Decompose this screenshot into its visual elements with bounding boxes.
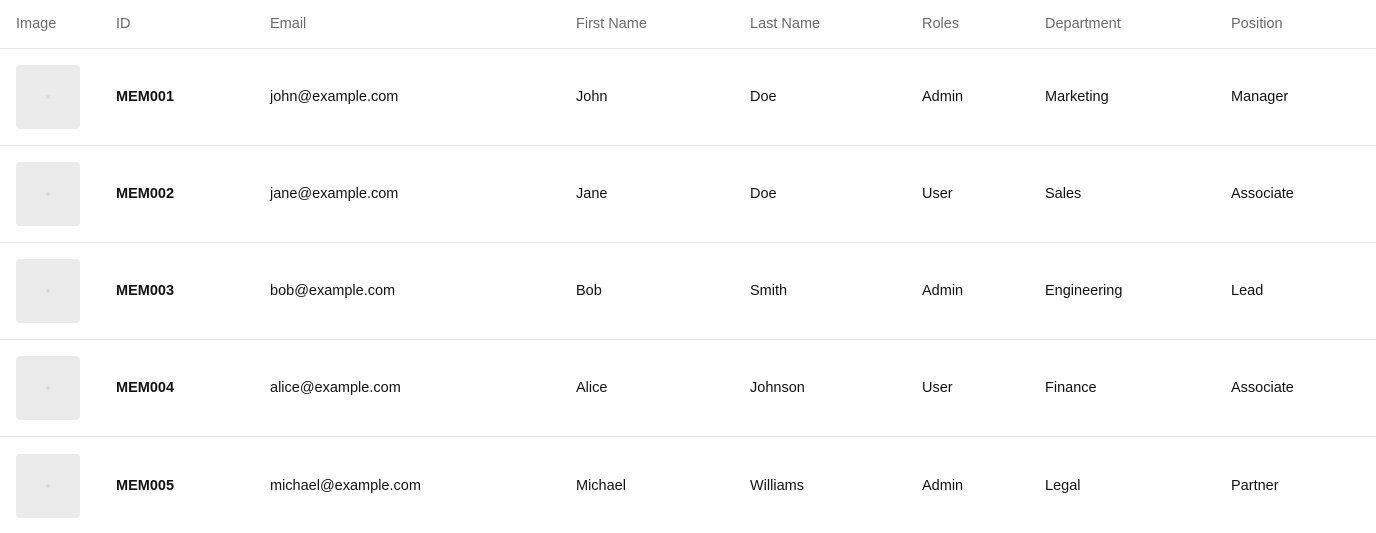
image-placeholder-icon[interactable] (16, 453, 80, 518)
member-email: michael@example.com (270, 477, 421, 494)
placeholder-dot (46, 95, 50, 99)
column-header-id[interactable]: ID (116, 0, 131, 48)
placeholder-dot (46, 192, 50, 196)
image-placeholder-icon[interactable] (16, 259, 80, 323)
member-department: Engineering (1045, 283, 1123, 299)
column-header-email[interactable]: Email (270, 0, 306, 48)
image-cell (16, 146, 80, 242)
member-role: User (922, 186, 953, 202)
member-id: MEM003 (116, 283, 175, 299)
member-first-name: Alice (576, 380, 608, 396)
table-row[interactable]: MEM001 john@example.com John Doe Admin M… (0, 49, 1376, 146)
member-role: Admin (922, 283, 964, 299)
column-header-image[interactable]: Image (16, 0, 56, 48)
member-first-name: Bob (576, 283, 602, 299)
member-last-name: Doe (750, 186, 777, 202)
member-id: MEM001 (116, 89, 175, 105)
member-first-name: John (576, 89, 608, 105)
member-department: Sales (1045, 186, 1082, 202)
image-cell (16, 49, 80, 145)
placeholder-dot (46, 386, 50, 390)
member-last-name: Smith (750, 283, 788, 299)
placeholder-dot (46, 289, 50, 293)
table-row[interactable]: MEM002 jane@example.com Jane Doe User Sa… (0, 146, 1376, 243)
table-row[interactable]: MEM004 alice@example.com Alice Johnson U… (0, 340, 1376, 437)
column-header-roles[interactable]: Roles (922, 0, 959, 48)
member-role: Admin (922, 477, 964, 494)
table-header-row: Image ID Email First Name Last Name Role… (0, 0, 1376, 49)
member-last-name: Doe (750, 89, 777, 105)
column-header-department[interactable]: Department (1045, 0, 1121, 48)
member-first-name: Jane (576, 186, 608, 202)
member-position: Manager (1231, 89, 1289, 105)
member-id: MEM004 (116, 380, 175, 396)
member-email: alice@example.com (270, 380, 401, 396)
member-position: Associate (1231, 186, 1294, 202)
image-placeholder-icon[interactable] (16, 65, 80, 129)
member-last-name: Johnson (750, 380, 805, 396)
member-position: Lead (1231, 283, 1264, 299)
member-department: Marketing (1045, 89, 1109, 105)
member-role: Admin (922, 89, 964, 105)
member-first-name: Michael (576, 477, 626, 494)
column-header-last-name[interactable]: Last Name (750, 0, 820, 48)
member-department: Finance (1045, 380, 1097, 396)
member-email: john@example.com (270, 89, 399, 105)
member-department: Legal (1045, 477, 1081, 494)
member-position: Partner (1231, 477, 1279, 494)
image-cell (16, 243, 80, 339)
table-row[interactable]: MEM005 michael@example.com Michael Willi… (0, 437, 1376, 533)
image-placeholder-icon[interactable] (16, 162, 80, 226)
member-position: Associate (1231, 380, 1294, 396)
table-row[interactable]: MEM003 bob@example.com Bob Smith Admin E… (0, 243, 1376, 340)
member-id: MEM002 (116, 186, 175, 202)
member-role: User (922, 380, 953, 396)
member-id: MEM005 (116, 477, 175, 494)
member-email: bob@example.com (270, 283, 396, 299)
member-email: jane@example.com (270, 186, 399, 202)
member-last-name: Williams (750, 477, 804, 494)
image-cell (16, 340, 80, 436)
image-placeholder-icon[interactable] (16, 356, 80, 420)
column-header-first-name[interactable]: First Name (576, 0, 647, 48)
members-table: Image ID Email First Name Last Name Role… (0, 0, 1376, 533)
image-cell (16, 437, 80, 533)
placeholder-dot (46, 483, 50, 488)
column-header-position[interactable]: Position (1231, 0, 1283, 48)
